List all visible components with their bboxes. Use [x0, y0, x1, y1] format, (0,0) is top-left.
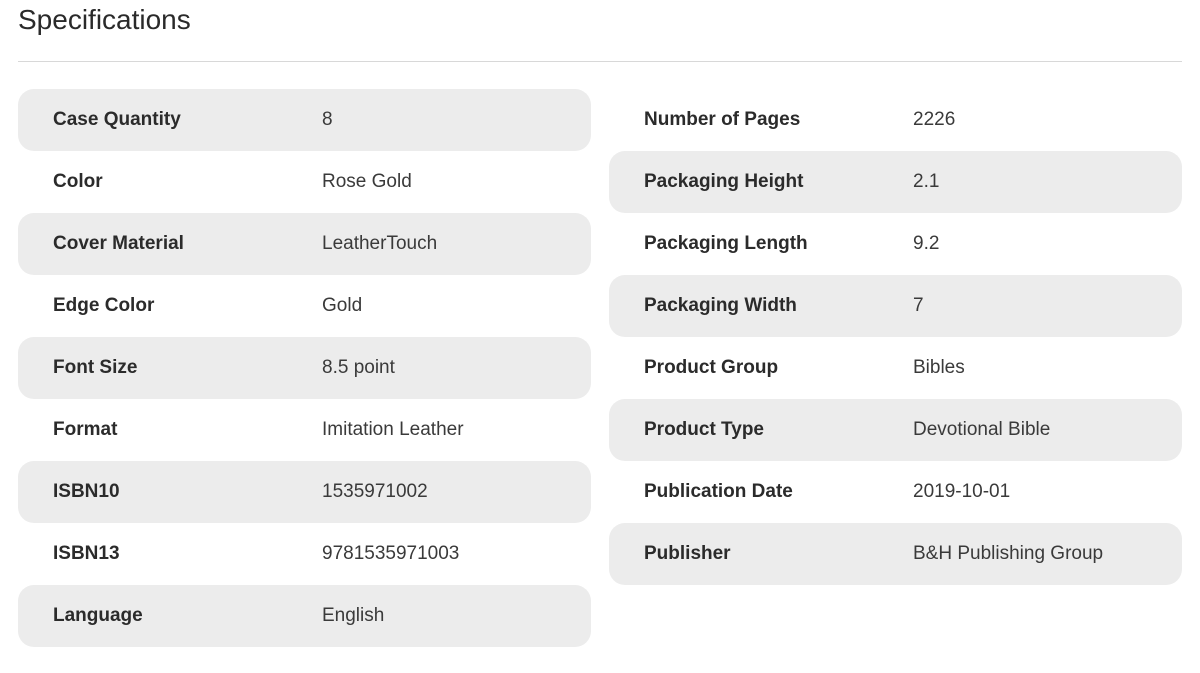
spec-value: 9.2 — [913, 233, 940, 254]
spec-label: Language — [53, 605, 143, 626]
spec-value: LeatherTouch — [322, 233, 438, 254]
spec-label: Packaging Width — [644, 295, 797, 316]
page-title: Specifications — [18, 4, 191, 35]
spec-value: English — [322, 605, 385, 626]
spec-value: 9781535971003 — [322, 543, 460, 564]
spec-row-case-quantity: Case Quantity 8 — [18, 89, 591, 151]
spec-value: Rose Gold — [322, 171, 412, 192]
spec-value: 2226 — [913, 109, 956, 130]
spec-row-packaging-height: Packaging Height 2.1 — [609, 151, 1182, 213]
spec-label: Format — [53, 419, 118, 440]
title-divider — [18, 61, 1182, 62]
spec-label: Packaging Height — [644, 171, 804, 192]
spec-label: Font Size — [53, 357, 138, 378]
spec-label: Product Group — [644, 357, 779, 378]
spec-value: 8.5 point — [322, 357, 395, 378]
spec-row-publication-date: Publication Date 2019-10-01 — [609, 461, 1182, 523]
spec-label: Color — [53, 171, 103, 192]
spec-row-font-size: Font Size 8.5 point — [18, 337, 591, 399]
spec-value: 8 — [322, 109, 333, 130]
spec-label: Cover Material — [53, 233, 184, 254]
spec-value: 2.1 — [913, 171, 940, 192]
spec-label: Publisher — [644, 543, 731, 564]
spec-value: Gold — [322, 295, 363, 316]
spec-label: Number of Pages — [644, 109, 801, 130]
spec-row-number-of-pages: Number of Pages 2226 — [609, 89, 1182, 151]
spec-label: ISBN13 — [53, 543, 120, 564]
spec-value: B&H Publishing Group — [913, 543, 1104, 564]
spec-row-edge-color: Edge Color Gold — [18, 275, 591, 337]
spec-value: Imitation Leather — [322, 419, 464, 440]
spec-row-color: Color Rose Gold — [18, 151, 591, 213]
specs-left-column: Case Quantity 8 Color Rose Gold Cover Ma… — [18, 89, 591, 647]
spec-value: 1535971002 — [322, 481, 428, 502]
spec-row-packaging-length: Packaging Length 9.2 — [609, 213, 1182, 275]
spec-value: 7 — [913, 295, 924, 316]
spec-row-isbn10: ISBN10 1535971002 — [18, 461, 591, 523]
spec-row-isbn13: ISBN13 9781535971003 — [18, 523, 591, 585]
spec-label: Case Quantity — [53, 109, 181, 130]
spec-value: 2019-10-01 — [913, 481, 1011, 502]
spec-label: ISBN10 — [53, 481, 120, 502]
spec-value: Bibles — [913, 357, 965, 378]
spec-label: Publication Date — [644, 481, 793, 502]
spec-value: Devotional Bible — [913, 419, 1051, 440]
spec-label: Packaging Length — [644, 233, 808, 254]
spec-label: Product Type — [644, 419, 764, 440]
spec-row-product-group: Product Group Bibles — [609, 337, 1182, 399]
spec-row-language: Language English — [18, 585, 591, 647]
spec-row-format: Format Imitation Leather — [18, 399, 591, 461]
spec-row-cover-material: Cover Material LeatherTouch — [18, 213, 591, 275]
spec-label: Edge Color — [53, 295, 155, 316]
spec-row-product-type: Product Type Devotional Bible — [609, 399, 1182, 461]
spec-row-publisher: Publisher B&H Publishing Group — [609, 523, 1182, 585]
specs-right-column: Number of Pages 2226 Packaging Height 2.… — [609, 89, 1182, 585]
spec-row-packaging-width: Packaging Width 7 — [609, 275, 1182, 337]
